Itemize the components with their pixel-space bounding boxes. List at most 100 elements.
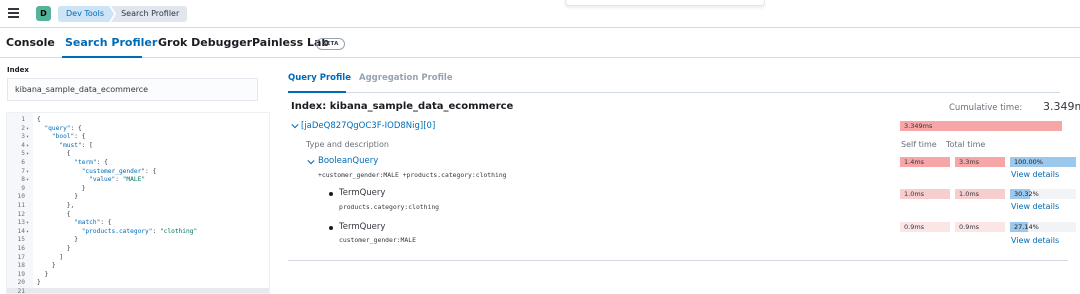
fold-toggle-icon[interactable]: ▾ — [26, 133, 32, 142]
code-line: 4 ▾ "must": [ — [7, 141, 269, 151]
shard-link[interactable]: [jaDeQ827QgOC3F-IOD8Nig][0] — [301, 121, 435, 131]
percentage-label: 30.32% — [1014, 190, 1039, 198]
active-tab-indicator — [62, 56, 142, 58]
header-type-description: Type and description — [306, 140, 389, 149]
tab-grok-debugger[interactable]: Grok Debugger — [158, 36, 252, 49]
percentage-bar: 100.00% — [1010, 157, 1076, 167]
tab-query-profile[interactable]: Query Profile — [288, 73, 351, 83]
percentage-bar: 30.32% — [1010, 189, 1076, 199]
percentage-label: 100.00% — [1014, 158, 1043, 166]
line-number: 10 — [17, 193, 25, 201]
code-line: 12 { — [7, 210, 269, 220]
tab-search-profiler[interactable]: Search Profiler — [65, 36, 157, 49]
line-number: 14 — [17, 227, 25, 235]
view-details-link[interactable]: View details — [1011, 202, 1059, 211]
query-panel: Index 1{2▾ "query": {3▾ "bool": {4▾ "mus… — [0, 59, 272, 294]
query-description: +customer_gender:MALE +products.category… — [318, 171, 507, 179]
code-text: } — [37, 279, 41, 287]
line-number: 6 — [21, 159, 25, 166]
view-details-link[interactable]: View details — [1011, 170, 1059, 179]
code-line: 15 } — [7, 236, 269, 245]
code-line: 13 ▾ "match": { — [7, 219, 269, 228]
fold-toggle-icon[interactable]: ▾ — [26, 219, 32, 228]
code-line: 19 } — [7, 270, 269, 280]
query-description: products.category:clothing — [339, 203, 440, 211]
line-number: 8 — [21, 176, 25, 184]
line-number: 3 — [21, 133, 25, 141]
line-number: 15 — [17, 236, 25, 244]
profile-tabs-divider — [288, 92, 1060, 93]
bullet-icon — [329, 226, 333, 230]
menu-icon[interactable] — [6, 5, 22, 21]
code-text: "value": "MALE" — [89, 176, 146, 184]
space-avatar[interactable]: D — [36, 6, 51, 21]
bullet-icon — [329, 192, 333, 196]
line-number: 4 — [21, 141, 25, 149]
breadcrumb-search-profiler: Search Profiler — [111, 6, 188, 22]
chevron-down-icon[interactable] — [307, 158, 315, 166]
code-text: } — [37, 236, 78, 244]
code-line: 1{ — [7, 116, 269, 125]
total-time-bar: 0.9ms — [955, 222, 1005, 232]
fold-toggle-icon[interactable]: ▾ — [26, 142, 32, 151]
fold-toggle-icon[interactable]: ▾ — [26, 176, 32, 185]
code-text: { — [37, 150, 71, 158]
chevron-down-icon[interactable] — [291, 122, 299, 130]
line-number: 2 — [21, 124, 25, 132]
beta-badge: BETA — [316, 38, 345, 50]
line-number: 5 — [21, 150, 25, 158]
shard-time-bar: 3.349ms — [900, 121, 1062, 131]
code-line: 8 ▾ "value": "MALE" — [7, 176, 269, 185]
view-details-link[interactable]: View details — [1011, 236, 1059, 245]
self-time-bar: 0.9ms — [900, 222, 950, 232]
cumulative-time-label: Cumulative time: — [949, 103, 1023, 113]
code-text: "term": { — [74, 159, 108, 166]
header-total-time: Total time — [946, 140, 986, 149]
query-name[interactable]: BooleanQuery — [318, 156, 378, 166]
line-number: 9 — [21, 184, 25, 192]
query-name: TermQuery — [339, 222, 386, 232]
code-line: 6 "term": { — [7, 159, 269, 168]
index-input[interactable] — [7, 78, 258, 101]
cumulative-time-value: 3.349ms — [1043, 100, 1080, 113]
line-number: 18 — [17, 262, 25, 270]
index-title: Index: kibana_sample_data_ecommerce — [291, 101, 514, 112]
code-text: "query": { — [44, 124, 82, 132]
code-line: 14 ▾ "products.category": "clothing" — [7, 227, 269, 237]
code-text: } — [37, 193, 78, 201]
tab-console[interactable]: Console — [6, 36, 55, 49]
code-text: } — [37, 245, 71, 252]
index-label: Index — [7, 66, 29, 74]
fold-toggle-icon[interactable]: ▾ — [26, 150, 32, 159]
line-number: 12 — [17, 210, 25, 218]
query-description: customer_gender:MALE — [339, 236, 416, 244]
code-text: "products.category": "clothing" — [81, 227, 198, 235]
line-number: 16 — [17, 245, 25, 252]
code-text: "bool": { — [51, 133, 86, 141]
total-time-bar: 1.0ms — [955, 189, 1005, 199]
header-popover-edge — [565, 0, 765, 6]
line-number: 17 — [17, 253, 25, 261]
fold-toggle-icon[interactable]: ▾ — [26, 125, 32, 134]
header-self-time: Self time — [901, 140, 937, 149]
line-number: 19 — [17, 270, 25, 278]
fold-toggle-icon[interactable]: ▾ — [26, 228, 32, 237]
tab-aggregation-profile[interactable]: Aggregation Profile — [359, 73, 453, 83]
code-line: 16 } — [7, 245, 269, 254]
line-number: 11 — [17, 202, 25, 209]
code-line: 3 ▾ "bool": { — [7, 133, 269, 142]
self-time-bar: 1.4ms — [900, 157, 950, 167]
breadcrumb-dev-tools[interactable]: Dev Tools — [58, 6, 114, 22]
code-text: "must": [ — [59, 141, 93, 149]
line-number: 21 — [17, 288, 25, 294]
fold-toggle-icon[interactable]: ▾ — [26, 168, 32, 177]
line-number: 20 — [17, 279, 25, 287]
code-line: 9 } — [7, 184, 269, 194]
percentage-bar: 27.14% — [1010, 222, 1076, 232]
code-text: } — [37, 270, 49, 278]
code-line: 18 } — [7, 262, 269, 271]
results-divider — [288, 260, 1068, 261]
code-line: 5 ▾ { — [7, 150, 269, 159]
code-line: 7 ▾ "customer_gender": { — [7, 168, 269, 177]
query-editor[interactable]: 1{2 ▾ "query": {3 ▾ "bool": {4 ▾ "must": [5… — [6, 112, 270, 294]
